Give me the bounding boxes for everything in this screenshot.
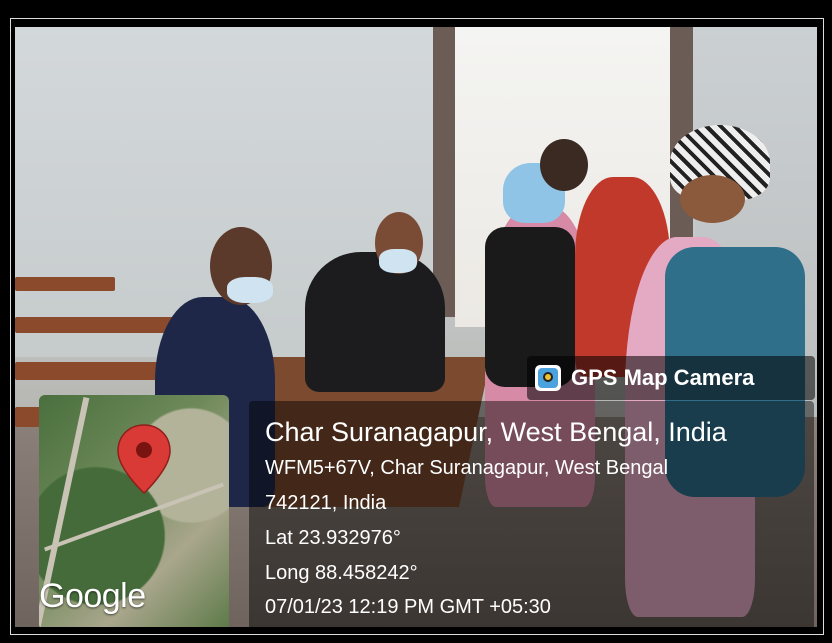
face-mask	[227, 277, 273, 303]
photo-border: GPS Map Camera Google Char Suranagapur, …	[10, 18, 824, 635]
location-title: Char Suranagapur, West Bengal, India	[265, 417, 727, 447]
seated-man	[305, 252, 445, 392]
geotagged-photo: GPS Map Camera Google Char Suranagapur, …	[15, 27, 817, 627]
gps-map-camera-icon	[535, 365, 561, 391]
person-head	[540, 139, 588, 191]
address-line-1: WFM5+67V, Char Suranagapur, West Bengal	[265, 457, 669, 479]
face-mask	[379, 249, 417, 273]
google-attribution: Google	[39, 577, 146, 615]
location-pin-icon	[117, 424, 171, 495]
gps-map-camera-badge: GPS Map Camera	[527, 356, 815, 400]
person-head	[680, 175, 745, 223]
bench	[15, 277, 115, 291]
map-thumbnail: Google	[39, 395, 229, 627]
latitude: Lat 23.932976°	[265, 527, 401, 549]
app-name: GPS Map Camera	[571, 365, 755, 390]
longitude: Long 88.458242°	[265, 562, 418, 584]
photo-frame: GPS Map Camera Google Char Suranagapur, …	[6, 12, 826, 637]
address-line-2: 742121, India	[265, 492, 387, 514]
timestamp: 07/01/23 12:19 PM GMT +05:30	[265, 596, 551, 618]
